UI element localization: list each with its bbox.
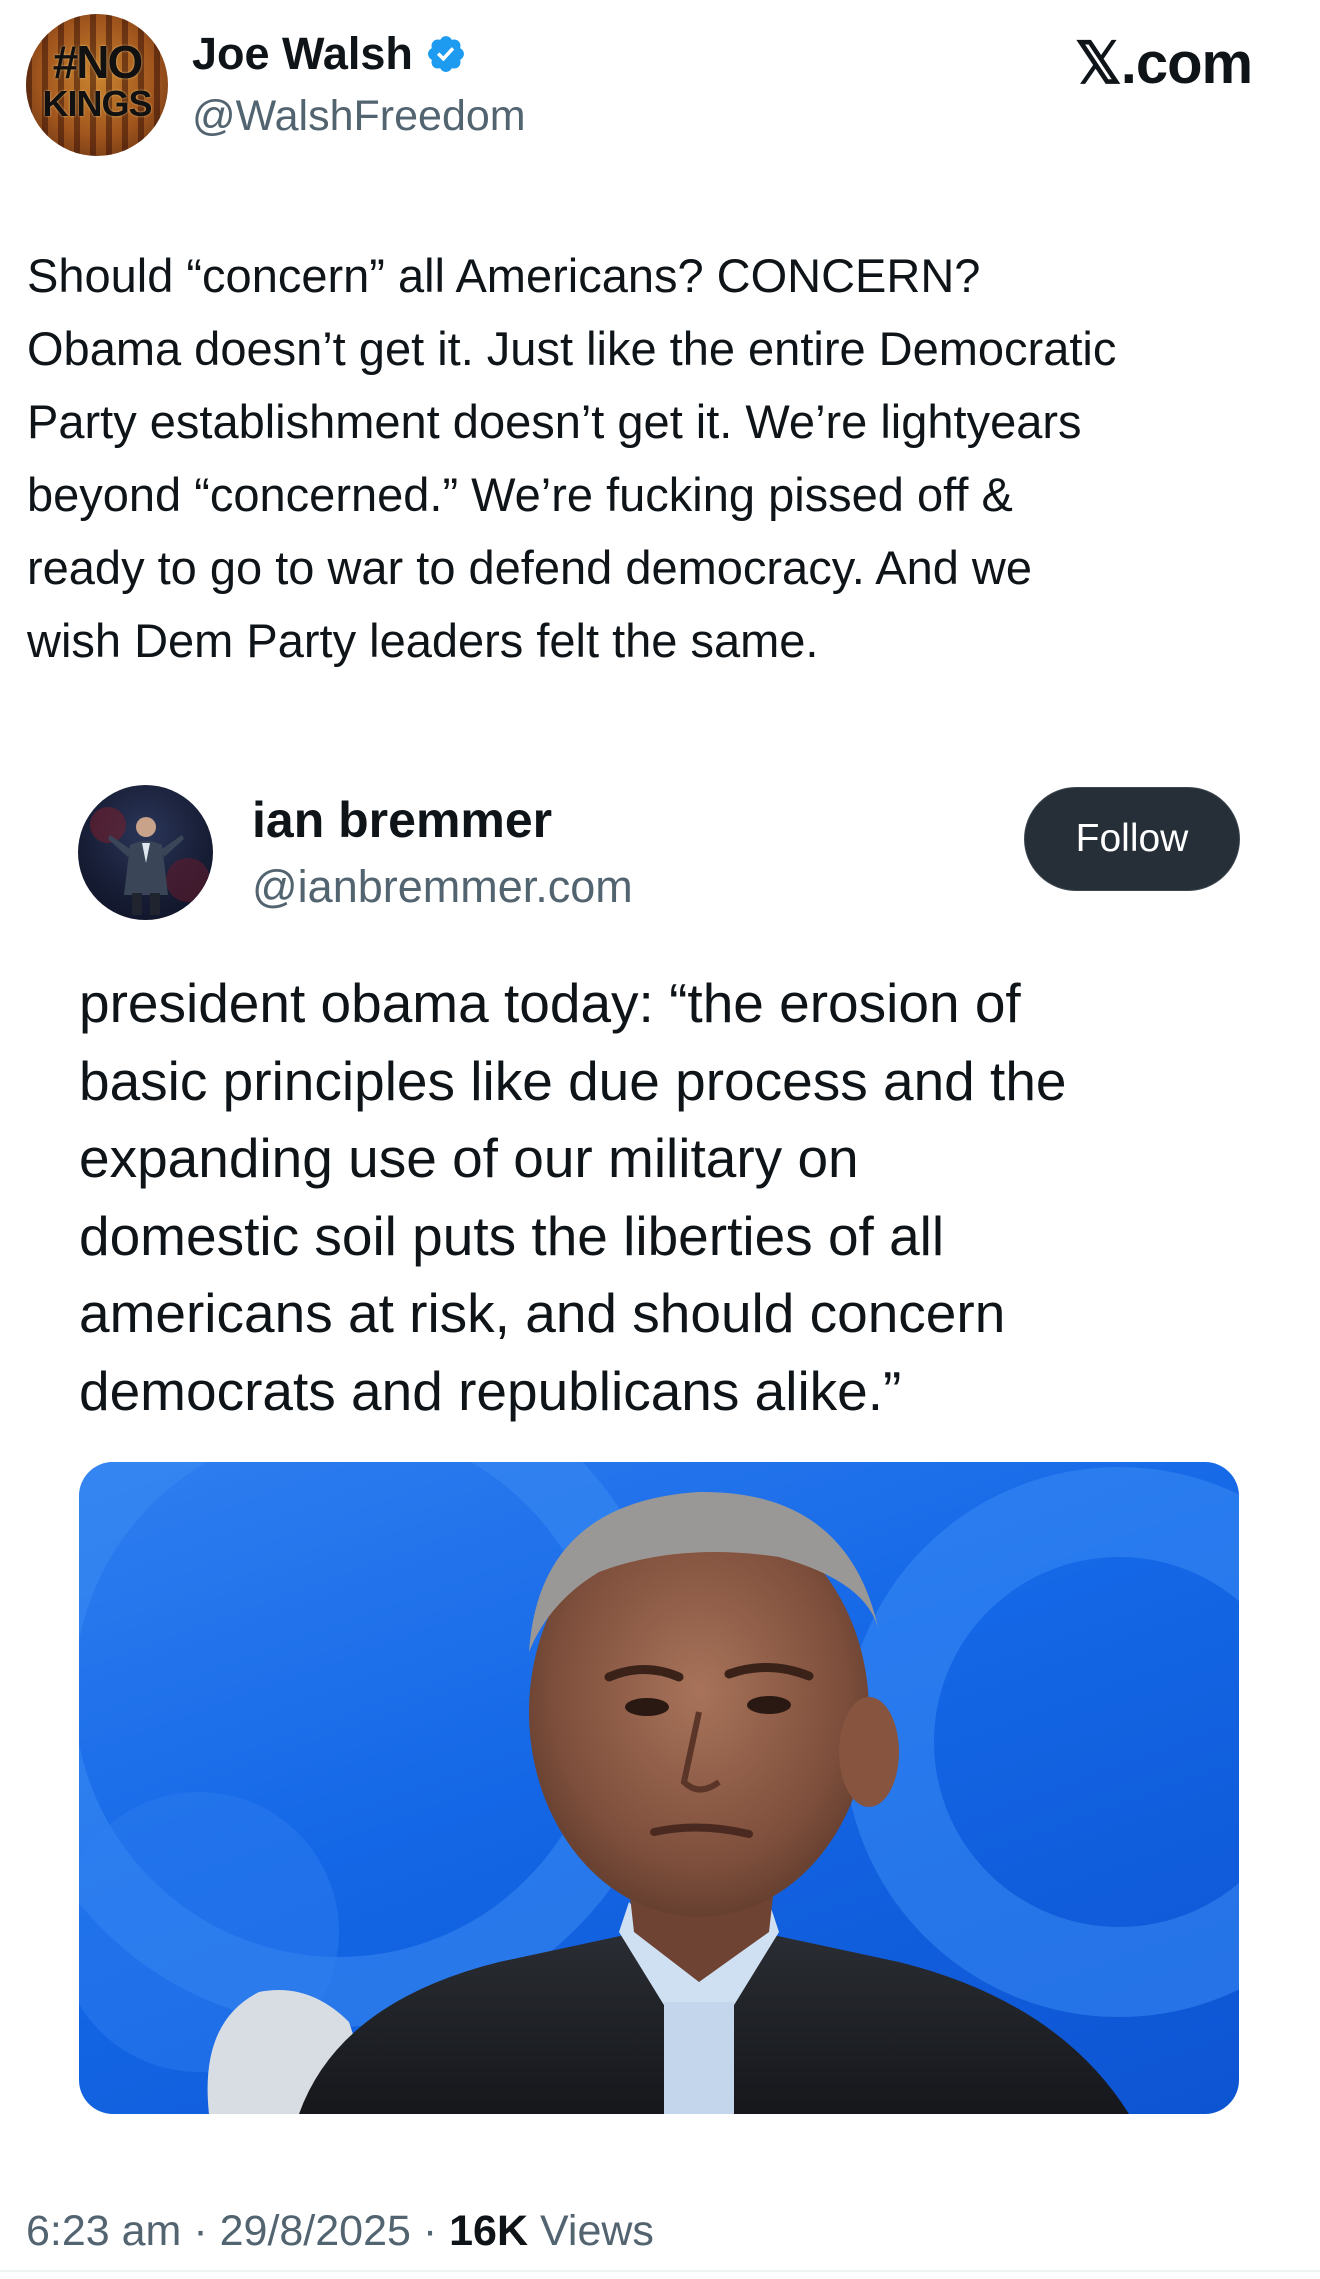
quoted-author-handle[interactable]: @ianbremmer.com (252, 859, 633, 915)
tweet-text-line: wish Dem Party leaders felt the same. (27, 614, 819, 667)
tweet-date[interactable]: 29/8/2025 (220, 2207, 411, 2255)
quoted-tweet-text: president obama today: “the erosion of b… (79, 965, 1279, 1430)
quoted-text-line: basic principles like due process and th… (79, 1049, 1067, 1112)
author-handle[interactable]: @WalshFreedom (192, 88, 526, 144)
quoted-tweet-photo[interactable] (79, 1462, 1239, 2114)
tweet-text-line: Party establishment doesn’t get it. We’r… (27, 395, 1082, 448)
separator-dot: · (193, 2207, 208, 2255)
quoted-text-line: democrats and republicans alike.” (79, 1359, 902, 1422)
quoted-text-line: president obama today: “the erosion of (79, 972, 1021, 1034)
author-avatar[interactable]: #NO KINGS (26, 14, 168, 156)
portrait-image (79, 1462, 1239, 2114)
quoted-author-name[interactable]: ian bremmer (252, 790, 552, 850)
separator-dot: · (422, 2207, 438, 2255)
tweet-time[interactable]: 6:23 am (26, 2207, 181, 2255)
divider (0, 2270, 1320, 2272)
tweet-text-line: Should “concern” all Americans? CONCERN? (27, 249, 981, 302)
avatar-text-kings: KINGS (42, 83, 152, 124)
quoted-text-line: expanding use of our military on (79, 1127, 859, 1189)
avatar-text-no: #NO (52, 36, 144, 88)
tweet-text-line: beyond “concerned.” We’re fucking pissed… (27, 468, 1013, 521)
tweet-text: Should “concern” all Americans? CONCERN?… (27, 239, 1297, 677)
views-label: Views (539, 2207, 654, 2255)
views-count: 16K (449, 2207, 529, 2255)
tweet-metadata: 6:23 am · 29/8/2025 · 16K Views (26, 2201, 654, 2261)
author-name-text[interactable]: Joe Walsh (192, 26, 413, 82)
quoted-text-line: domestic soil puts the liberties of all (79, 1204, 945, 1267)
tweet-text-line: ready to go to war to defend democracy. … (27, 541, 1032, 594)
quoted-text-line: americans at risk, and should concern (79, 1282, 1006, 1344)
verified-badge-icon (427, 36, 464, 72)
tweet-text-line: Obama doesn’t get it. Just like the enti… (27, 322, 1117, 375)
follow-button[interactable]: Follow (1024, 787, 1240, 891)
x-com-label: 𝕏.com (1075, 31, 1253, 96)
speaker-on-stage-image (90, 807, 210, 915)
quoted-author-avatar[interactable] (78, 785, 213, 920)
author-name[interactable]: Joe Walsh (192, 26, 467, 82)
